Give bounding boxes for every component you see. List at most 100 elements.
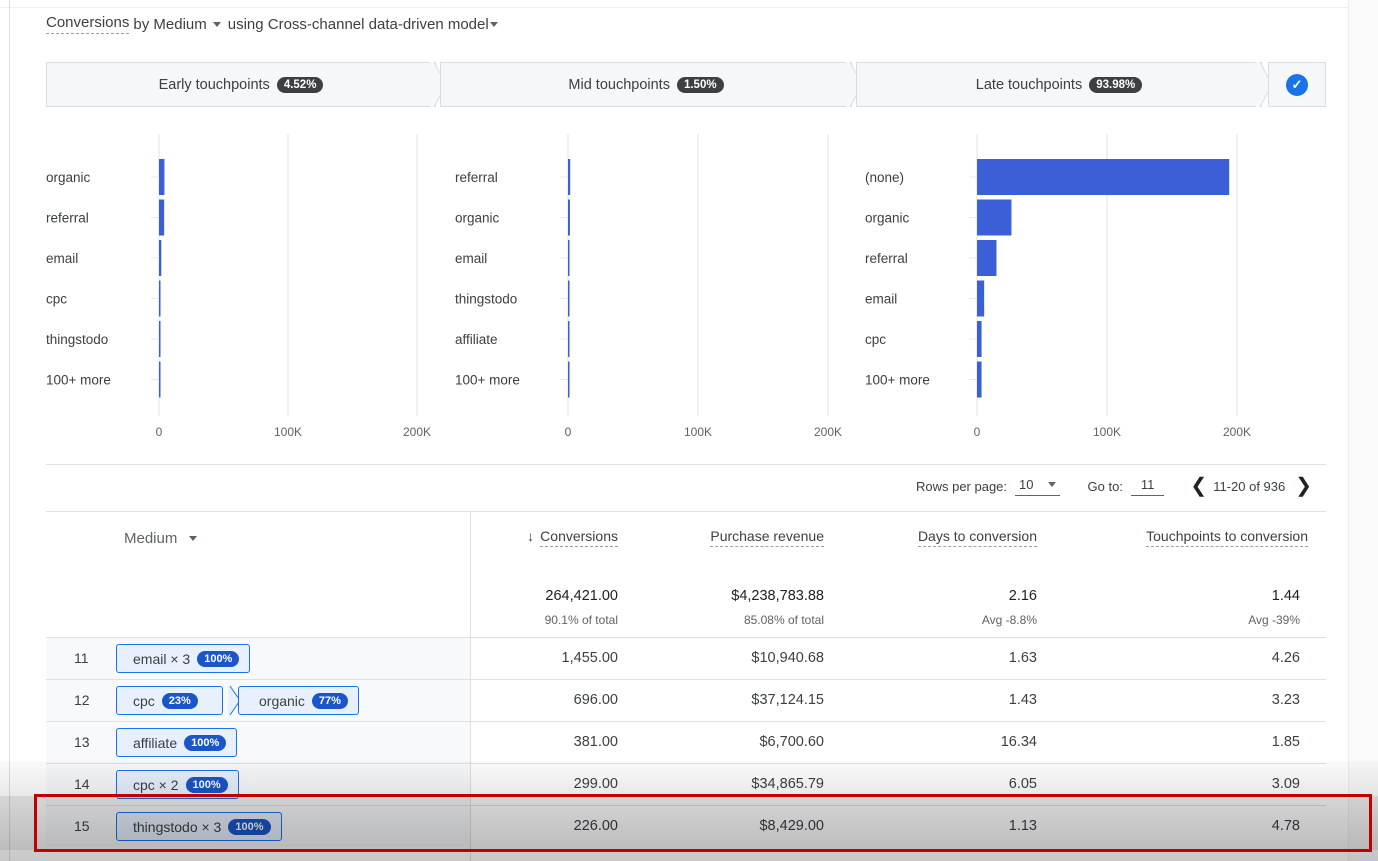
- category-label: referral: [46, 211, 89, 226]
- stage-percent-badge: 93.98%: [1089, 76, 1143, 93]
- total-value: 264,421.00: [545, 588, 618, 604]
- sort-down-icon: ↓: [527, 528, 535, 544]
- table-header: Medium ↓ Conversions Purchase revenue Day…: [46, 511, 1326, 637]
- chevron-down-icon[interactable]: [489, 21, 498, 27]
- cell-revenue: $8,429.00: [759, 818, 824, 834]
- category-label: organic: [46, 170, 91, 185]
- tick-label: 0: [974, 425, 981, 439]
- report-title: Conversions by Medium using Cross-channe…: [46, 14, 505, 34]
- cell-touchpoints: 4.26: [1271, 650, 1300, 666]
- chart-table-divider: [46, 464, 1326, 465]
- chevron-right-icon[interactable]: ❯: [1295, 476, 1312, 496]
- stage-label: Late touchpoints: [975, 76, 1083, 93]
- bar: [977, 159, 1230, 195]
- total-sub: 85.08% of total: [743, 613, 824, 627]
- category-label: 100+ more: [865, 373, 930, 388]
- stage-early-touchpoints[interactable]: Early touchpoints 4.52%: [46, 62, 436, 107]
- stage-mid-touchpoints[interactable]: Mid touchpoints 1.50%: [440, 62, 852, 107]
- model-selector[interactable]: using Cross-channel data-driven model: [228, 16, 489, 33]
- total-sub: Avg -8.8%: [981, 613, 1037, 627]
- path-chip[interactable]: organic 77%: [238, 686, 359, 715]
- bar: [977, 280, 985, 317]
- cell-revenue: $10,940.68: [751, 650, 824, 666]
- cell-days: 6.05: [1008, 776, 1037, 792]
- total-sub: Avg -39%: [1248, 613, 1300, 627]
- category-label: referral: [865, 251, 908, 266]
- cell-days: 16.34: [1000, 734, 1037, 750]
- table-row[interactable]: 12 cpc 23% organic 77% 696.00 $37,124.15…: [46, 679, 1326, 721]
- rows-per-page-select[interactable]: 10: [1015, 476, 1060, 496]
- chip-percent-badge: 100%: [185, 776, 228, 793]
- stage-select-all[interactable]: ✓: [1268, 62, 1326, 107]
- chip-percent-badge: 77%: [311, 692, 348, 709]
- cell-conversions: 1,455.00: [561, 650, 618, 666]
- rows-per-page-value: 10: [1019, 476, 1034, 492]
- col-header-label: Conversions: [540, 528, 618, 547]
- bar: [568, 159, 571, 195]
- tick-label: 100K: [274, 425, 302, 439]
- cell-conversions: 299.00: [573, 776, 618, 792]
- total-value: 1.44: [1271, 588, 1300, 604]
- total-conversions: 264,421.00 90.1% of total: [545, 588, 618, 627]
- chip-label: affiliate: [133, 734, 178, 751]
- stage-label: Early touchpoints: [158, 76, 270, 93]
- table-row[interactable]: 14 cpc × 2 100% 299.00 $34,865.79 6.05 3…: [46, 763, 1326, 805]
- row-index: 15: [74, 818, 90, 834]
- category-label: thingstodo: [455, 292, 517, 307]
- path-chip[interactable]: affiliate 100%: [116, 728, 238, 757]
- bar: [977, 321, 982, 357]
- total-value: 2.16: [1008, 588, 1037, 604]
- check-icon[interactable]: ✓: [1286, 73, 1308, 96]
- medium-header-label: Medium: [124, 530, 178, 547]
- category-label: 100+ more: [455, 373, 520, 388]
- chip-percent-badge: 100%: [184, 734, 227, 751]
- metric-selector[interactable]: Conversions: [46, 14, 130, 34]
- total-revenue: $4,238,783.88 85.08% of total: [731, 588, 824, 627]
- col-header-purchase-revenue[interactable]: Purchase revenue: [710, 528, 824, 547]
- tick-label: 200K: [814, 425, 842, 439]
- bar: [977, 361, 982, 398]
- table-row[interactable]: 11 email × 3 100% 1,455.00 $10,940.68 1.…: [46, 637, 1326, 679]
- chevron-left-icon[interactable]: ❮: [1190, 476, 1207, 496]
- path-chip[interactable]: thingstodo × 3 100%: [116, 812, 282, 841]
- col-header-days-to-conversion[interactable]: Days to conversion: [917, 528, 1037, 547]
- bar: [159, 280, 161, 317]
- chip-percent-badge: 23%: [161, 692, 198, 709]
- row-index: 13: [74, 734, 90, 750]
- row-label-cell: [46, 722, 470, 763]
- bar: [159, 159, 165, 195]
- table-row[interactable]: 15 thingstodo × 3 100% 226.00 $8,429.00 …: [46, 805, 1326, 847]
- bar: [977, 199, 1012, 236]
- bar: [568, 361, 570, 398]
- chevron-down-icon[interactable]: [189, 536, 198, 541]
- col-header-conversions[interactable]: ↓ Conversions: [527, 528, 618, 547]
- chip-label: organic: [259, 692, 305, 709]
- cell-conversions: 226.00: [573, 818, 618, 834]
- chevron-down-icon[interactable]: [212, 21, 221, 27]
- path-chip[interactable]: cpc × 2 100%: [116, 770, 239, 799]
- stage-late-touchpoints[interactable]: Late touchpoints 93.98%: [856, 62, 1262, 107]
- table-row[interactable]: 13 affiliate 100% 381.00 $6,700.60 16.34…: [46, 721, 1326, 763]
- pagination: Rows per page: 10 Go to: 11 ❮ 11-20 of 9…: [916, 476, 1318, 496]
- chevron-down-icon: [1047, 481, 1056, 487]
- category-label: referral: [455, 170, 498, 185]
- total-touchpoints: 1.44 Avg -39%: [1248, 588, 1300, 627]
- total-days: 2.16 Avg -8.8%: [982, 588, 1037, 627]
- top-divider: [0, 7, 1378, 8]
- bar: [159, 199, 165, 236]
- path-chip[interactable]: cpc 23%: [116, 686, 223, 715]
- goto-label: Go to:: [1087, 478, 1123, 494]
- bar: [568, 280, 570, 317]
- col-header-touchpoints-to-conversion[interactable]: Touchpoints to conversion: [1146, 528, 1308, 547]
- tick-label: 200K: [1223, 425, 1251, 439]
- goto-page-input[interactable]: 11: [1130, 477, 1165, 496]
- cell-revenue: $37,124.15: [751, 692, 824, 708]
- dimension-label[interactable]: by Medium: [133, 16, 206, 33]
- chip-label: cpc × 2: [133, 776, 179, 793]
- tick-label: 0: [156, 425, 163, 439]
- cell-touchpoints: 1.85: [1271, 734, 1300, 750]
- path-chip[interactable]: email × 3 100%: [116, 644, 251, 673]
- cell-days: 1.63: [1008, 650, 1037, 666]
- col-header-label: Touchpoints to conversion: [1146, 528, 1308, 547]
- medium-column-header[interactable]: Medium: [124, 530, 204, 547]
